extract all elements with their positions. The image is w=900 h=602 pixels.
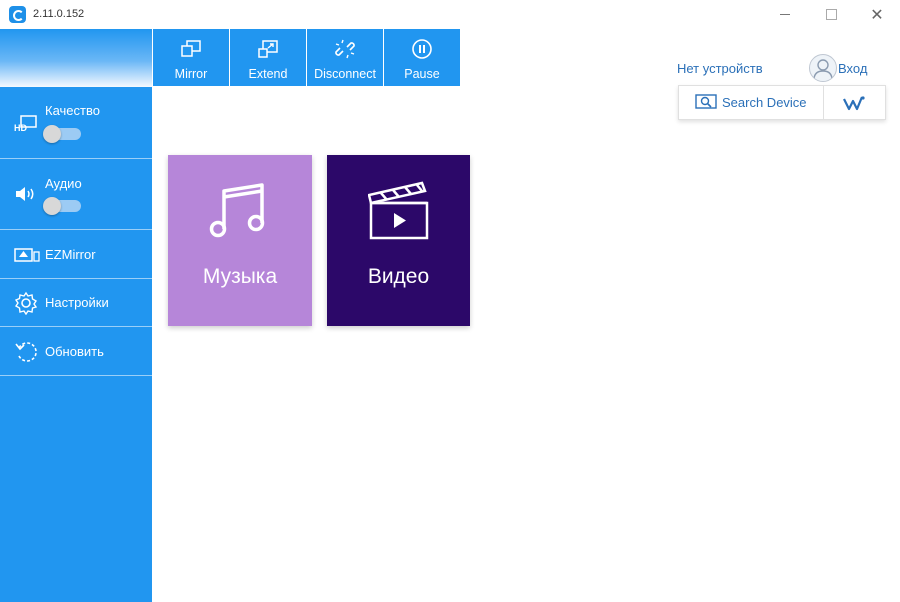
extend-button[interactable]: Extend xyxy=(230,29,306,86)
sidebar-item-quality: HD Качество xyxy=(0,87,152,159)
sidebar-item-ezmirror[interactable]: EZMirror xyxy=(0,230,152,279)
search-panel: Search Device xyxy=(678,85,886,120)
app-logo-icon xyxy=(9,6,26,23)
disconnect-button[interactable]: Disconnect xyxy=(307,29,383,86)
music-note-icon xyxy=(209,183,265,238)
hd-icon: HD xyxy=(14,115,37,133)
sidebar-item-label: Обновить xyxy=(45,344,104,359)
close-icon: ✕ xyxy=(870,6,884,24)
avatar[interactable] xyxy=(809,54,837,82)
audio-toggle[interactable] xyxy=(43,197,81,215)
sidebar-item-label: Качество xyxy=(45,103,100,118)
ezmirror-icon xyxy=(14,248,40,262)
toggle-knob xyxy=(43,197,61,215)
pause-button[interactable]: Pause xyxy=(384,29,460,86)
device-status: Нет устройств xyxy=(677,61,763,76)
video-tile[interactable]: Видео xyxy=(327,155,470,326)
login-link[interactable]: Вход xyxy=(838,61,867,76)
music-tile-label: Музыка xyxy=(202,265,278,288)
speaker-icon xyxy=(16,187,34,201)
sidebar: HD Качество Аудио EZMirror Настройки Обн… xyxy=(0,29,152,602)
sidebar-item-update[interactable]: Обновить xyxy=(0,327,152,376)
user-icon xyxy=(813,59,833,81)
sidebar-header xyxy=(0,29,152,87)
mirror-button[interactable]: Mirror xyxy=(153,29,229,86)
video-tile-label: Видео xyxy=(367,265,430,288)
disconnect-icon xyxy=(335,39,355,59)
music-tile[interactable]: Музыка xyxy=(168,155,312,326)
title-bar: 2.11.0.152 ✕ xyxy=(0,0,900,29)
svg-text:HD: HD xyxy=(14,123,27,133)
quality-toggle[interactable] xyxy=(43,125,81,143)
disconnect-label: Disconnect xyxy=(314,67,376,81)
toggle-knob xyxy=(43,125,61,143)
sidebar-item-settings[interactable]: Настройки xyxy=(0,279,152,327)
search-device-icon xyxy=(695,94,717,109)
sidebar-item-label: Настройки xyxy=(45,295,109,310)
mirror-label: Mirror xyxy=(174,67,208,81)
app-version: 2.11.0.152 xyxy=(33,8,85,20)
gear-icon xyxy=(14,291,38,315)
wifi-connect-button[interactable] xyxy=(824,86,885,119)
close-button[interactable]: ✕ xyxy=(854,2,900,27)
maximize-icon xyxy=(825,9,837,20)
search-device-button[interactable]: Search Device xyxy=(679,86,824,119)
sidebar-item-label: EZMirror xyxy=(45,247,96,262)
minimize-button[interactable] xyxy=(762,2,808,27)
toolbar: Mirror Extend Disconnect Pause xyxy=(153,29,461,86)
maximize-button[interactable] xyxy=(808,2,854,27)
extend-label: Extend xyxy=(248,67,288,81)
refresh-icon xyxy=(15,342,37,362)
pause-label: Pause xyxy=(404,67,440,81)
wave-icon xyxy=(843,96,865,111)
extend-icon xyxy=(258,40,278,58)
search-device-label: Search Device xyxy=(722,95,807,110)
pause-icon xyxy=(412,39,432,59)
minimize-icon xyxy=(780,14,790,15)
sidebar-item-label: Аудио xyxy=(45,176,82,191)
mirror-icon xyxy=(181,40,201,57)
sidebar-item-audio: Аудио xyxy=(0,159,152,230)
clapperboard-icon xyxy=(367,181,428,240)
